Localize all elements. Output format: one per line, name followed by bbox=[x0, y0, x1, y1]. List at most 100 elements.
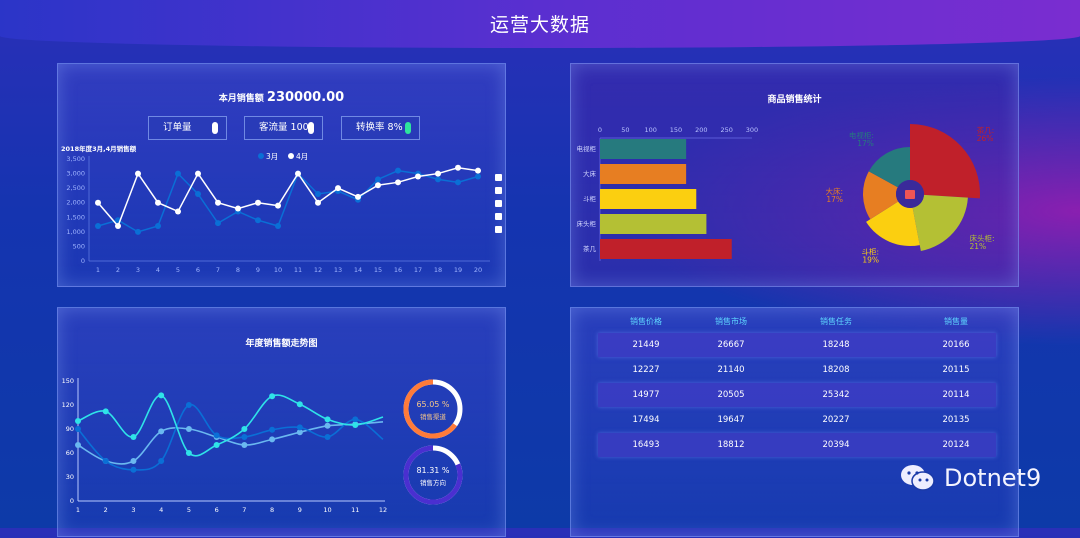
y-tick-label: 60 bbox=[66, 449, 74, 457]
x-tick-label: 3 bbox=[136, 266, 140, 274]
annual-trend-chart: 03060901201501 2 3 4 5 6 7 8 9 10 11 1265.05 %销售渠道8… bbox=[62, 377, 463, 514]
restore-icon bbox=[495, 213, 502, 220]
column-header[interactable]: 销售任务 bbox=[820, 316, 852, 327]
bar bbox=[600, 164, 687, 184]
y-tick-label: 0 bbox=[81, 257, 85, 265]
x-tick-label: 9 bbox=[298, 506, 302, 514]
y-tick-label: 90 bbox=[66, 425, 74, 433]
x-tick-label: 0 bbox=[598, 126, 602, 134]
x-tick-label: 150 bbox=[670, 126, 682, 134]
x-tick-label: 17 bbox=[414, 266, 422, 274]
watermark-text: Dotnet9 bbox=[944, 464, 1042, 492]
data-point bbox=[275, 202, 281, 209]
y-tick-label: 茶几 bbox=[583, 244, 597, 253]
table-cell: 20115 bbox=[942, 365, 970, 375]
legend-marker bbox=[258, 153, 264, 159]
table-cell: 20227 bbox=[822, 415, 850, 425]
x-tick-label: 9 bbox=[256, 266, 260, 274]
bar-chart-icon bbox=[495, 200, 502, 207]
table-cell: 21449 bbox=[632, 340, 660, 350]
slice-percent: 21% bbox=[970, 242, 987, 251]
table-cell: 20166 bbox=[942, 340, 970, 350]
data-point bbox=[175, 170, 181, 177]
data-point bbox=[352, 422, 359, 428]
series-line bbox=[77, 421, 384, 465]
y-tick-label: 大床 bbox=[583, 169, 597, 178]
slice-percent: 17% bbox=[857, 139, 874, 148]
data-point bbox=[185, 426, 192, 432]
data-point bbox=[255, 199, 261, 206]
goods-sales-panel: 商品销售统计 0 50 100 150 200 250 300 电视柜 大床 斗柜 床头柜 茶几 茶几:… bbox=[570, 63, 1019, 287]
data-point bbox=[395, 179, 401, 186]
x-tick-label: 11 bbox=[294, 266, 302, 274]
x-tick-label: 5 bbox=[187, 506, 191, 514]
table-row[interactable]: 12227 21140 18208 20115 bbox=[598, 358, 996, 382]
series-line bbox=[97, 169, 479, 233]
series-line bbox=[77, 404, 384, 471]
column-header[interactable]: 销售市场 bbox=[715, 316, 747, 327]
table-cell: 16493 bbox=[632, 440, 660, 450]
x-tick-label: 16 bbox=[394, 266, 402, 274]
data-point bbox=[241, 426, 248, 432]
table-cell: 18208 bbox=[822, 365, 850, 375]
gauge-name: 销售渠道 bbox=[420, 412, 447, 421]
data-point bbox=[213, 432, 220, 439]
x-tick-label: 10 bbox=[323, 506, 331, 514]
data-point bbox=[215, 220, 221, 227]
data-point bbox=[158, 428, 165, 435]
data-point bbox=[475, 173, 481, 180]
table-cell: 17494 bbox=[632, 415, 660, 425]
data-point bbox=[296, 401, 303, 408]
column-header[interactable]: 销售量 bbox=[944, 316, 968, 327]
y-tick-label: 1,000 bbox=[66, 228, 85, 236]
slice-percent: 26% bbox=[977, 134, 994, 143]
bar bbox=[600, 189, 697, 209]
data-point bbox=[130, 458, 137, 464]
legend-marker bbox=[288, 153, 294, 159]
x-tick-label: 7 bbox=[242, 506, 246, 514]
data-point bbox=[241, 434, 248, 440]
data-point bbox=[375, 176, 381, 183]
data-point bbox=[315, 190, 321, 197]
data-point bbox=[269, 426, 276, 433]
x-tick-label: 200 bbox=[695, 126, 707, 134]
x-tick-label: 2 bbox=[104, 506, 108, 514]
column-header[interactable]: 销售价格 bbox=[630, 316, 662, 327]
data-point bbox=[455, 179, 461, 186]
data-point bbox=[195, 170, 201, 177]
bar bbox=[600, 139, 687, 159]
data-point bbox=[195, 190, 201, 197]
data-point bbox=[435, 176, 441, 183]
page-title: 运营大数据 bbox=[489, 14, 590, 36]
y-tick-label: 床头柜 bbox=[577, 219, 597, 228]
x-tick-label: 100 bbox=[644, 126, 656, 134]
sales-table-panel: 销售价格 销售市场 销售任务 销售量 21449 26667 18248 20166 12227… bbox=[570, 307, 1019, 537]
data-point bbox=[102, 408, 109, 415]
monthly-sales-panel: 本月销售额 230000.00 订单量 客流量 100 转换率 8% 2018年… bbox=[57, 63, 506, 287]
data-point bbox=[269, 393, 276, 400]
x-tick-label: 300 bbox=[746, 126, 758, 134]
data-point bbox=[130, 466, 137, 473]
x-tick-label: 8 bbox=[270, 506, 274, 514]
table-row[interactable]: 16493 18812 20394 20124 bbox=[598, 433, 996, 457]
table-row[interactable]: 14977 20505 25342 20114 bbox=[598, 383, 996, 407]
x-tick-label: 4 bbox=[159, 506, 163, 514]
slice-percent: 19% bbox=[862, 255, 879, 264]
table-row[interactable]: 17494 19647 20227 20135 bbox=[598, 408, 996, 432]
y-tick-label: 3,500 bbox=[66, 155, 85, 163]
table-cell: 19647 bbox=[717, 415, 745, 425]
data-point bbox=[75, 418, 81, 424]
data-point bbox=[375, 182, 381, 189]
x-tick-label: 2 bbox=[116, 266, 120, 274]
data-point bbox=[324, 434, 331, 440]
y-tick-label: 斗柜 bbox=[583, 194, 597, 203]
data-point bbox=[395, 167, 401, 174]
x-tick-label: 50 bbox=[621, 126, 629, 134]
table-cell: 14977 bbox=[632, 390, 660, 400]
table-row[interactable]: 21449 26667 18248 20166 bbox=[598, 333, 996, 357]
data-point bbox=[95, 223, 101, 230]
data-point bbox=[295, 170, 301, 177]
chart-title: 2018年度3月,4月销售额 bbox=[61, 144, 137, 153]
data-point bbox=[324, 416, 331, 423]
bar bbox=[600, 239, 732, 259]
